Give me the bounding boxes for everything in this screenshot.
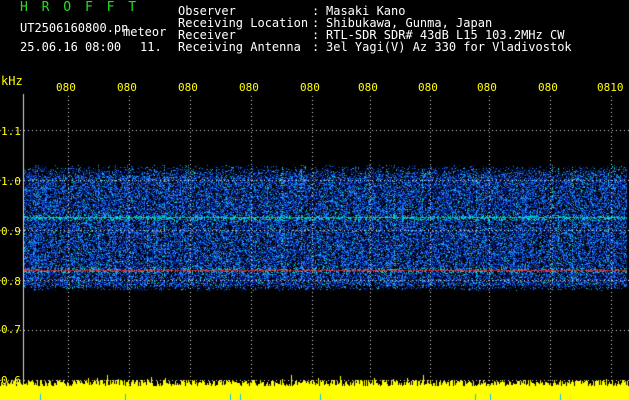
x-tick-label: 080	[418, 81, 438, 94]
x-tick-label: 080	[300, 81, 320, 94]
y-tick-label: 0.6	[1, 374, 21, 387]
antenna-colon: :	[312, 40, 320, 54]
filename-label: UT2506160800.pn	[20, 21, 129, 35]
y-tick-label: 0.8	[1, 275, 21, 288]
y-tick-label: 1.1	[1, 125, 21, 138]
y-axis-unit: kHz	[1, 74, 23, 88]
y-tick-label: 1.0	[1, 175, 21, 188]
x-tick-label: 080	[56, 81, 76, 94]
y-tick-label: 0.9	[1, 225, 21, 238]
x-tick-label: 080	[117, 81, 137, 94]
x-tick-label: 080	[538, 81, 558, 94]
meteor-count: 11.	[140, 40, 162, 54]
app-logo: H R O F F T	[20, 0, 140, 15]
x-tick-label: 080	[178, 81, 198, 94]
datetime-label: 25.06.16 08:00	[20, 40, 122, 54]
spectrogram-canvas	[0, 0, 629, 400]
meteor-tag: meteor	[123, 25, 167, 39]
x-tick-label: 0810	[597, 81, 624, 94]
y-tick-label: 0.7	[1, 323, 21, 336]
x-tick-label: 080	[239, 81, 259, 94]
antenna-label: Receiving Antenna	[178, 40, 301, 54]
antenna-value: 3el Yagi(V) Az 330 for Vladivostok	[326, 40, 572, 54]
x-tick-label: 080	[477, 81, 497, 94]
x-tick-label: 080	[358, 81, 378, 94]
